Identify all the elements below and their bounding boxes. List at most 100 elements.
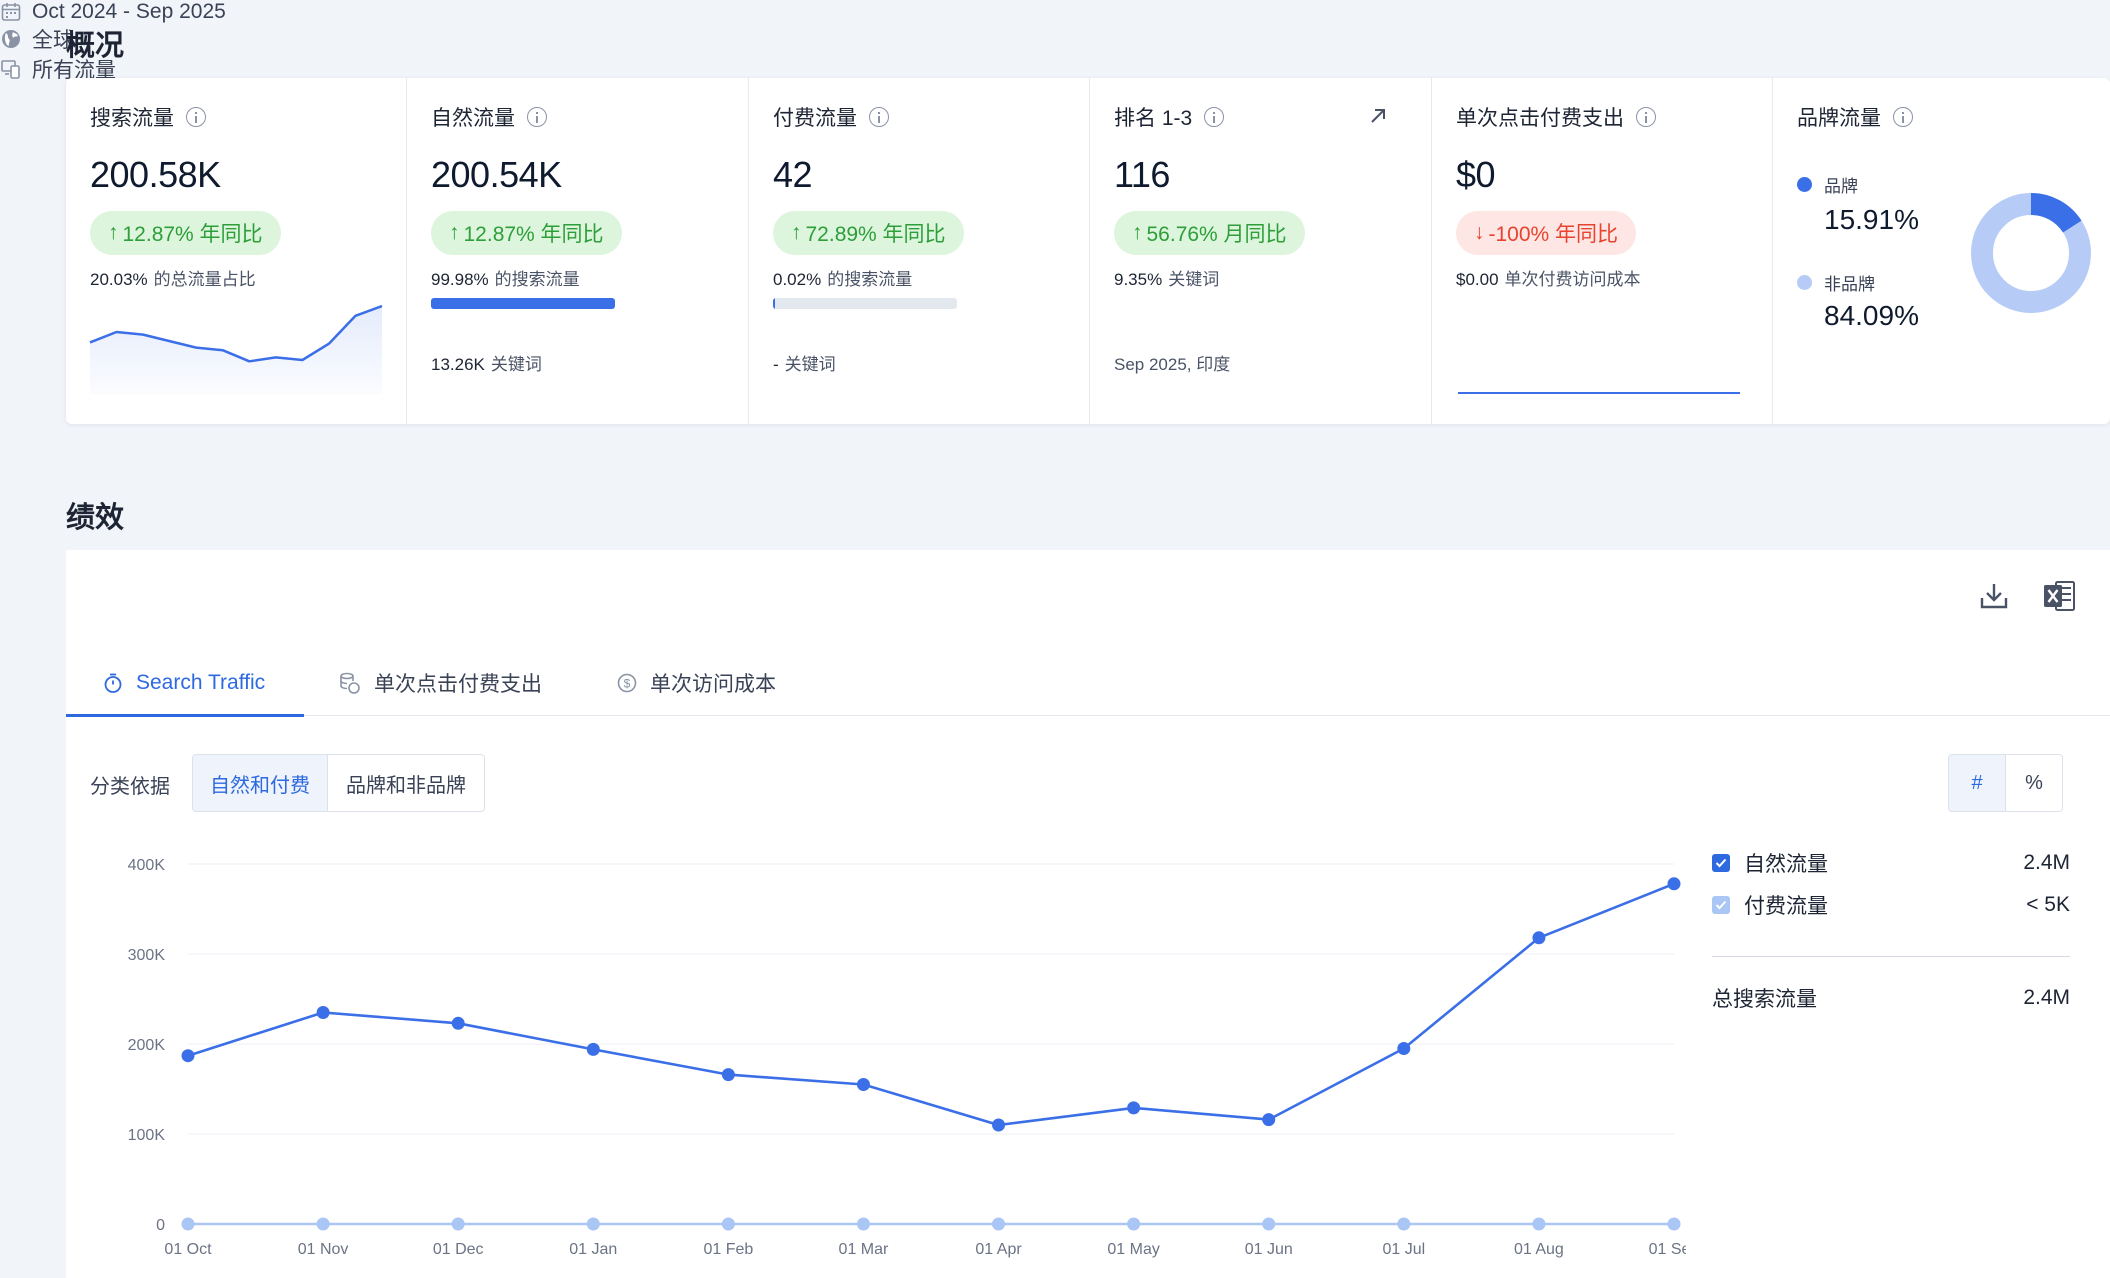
change-badge: ↑ 12.87% 年同比 (431, 211, 622, 255)
arrow-up-icon: ↑ (791, 221, 802, 244)
info-icon[interactable] (186, 107, 206, 127)
kpi-sub2-label: 关键词 (784, 355, 836, 374)
kpi-title-text: 排名 1-3 (1114, 107, 1193, 130)
tab-ppc-spend[interactable]: 单次点击付费支出 (338, 650, 542, 716)
tab-search-traffic[interactable]: Search Traffic (66, 650, 304, 717)
kpi-date-region: Sep 2025, 印度 (1114, 355, 1231, 374)
stopwatch-icon (104, 673, 122, 693)
globe-icon (2, 30, 20, 48)
kpi-rank-1-3[interactable]: 排名 1-3 116 ↑ 56.76% 月同比 9.35% 关键词 Sep 202… (1090, 78, 1432, 424)
kpi-subtext: 99.98% 的搜索流量 (431, 265, 580, 290)
kpi-sub2-value: - (773, 355, 779, 374)
x-tick-label: 01 Sep (1649, 1241, 1686, 1258)
x-tick-label: 01 Oct (164, 1241, 212, 1258)
kpi-title-text: 品牌流量 (1797, 107, 1881, 130)
dollar-circle-icon: $ (617, 673, 637, 693)
data-point-organic (1397, 1042, 1411, 1055)
data-point-paid (316, 1217, 330, 1231)
info-icon[interactable] (869, 107, 889, 127)
region-filter[interactable]: 全球 (0, 24, 2110, 54)
kpi-paid-traffic[interactable]: 付费流量 42 ↑ 72.89% 年同比 0.02% 的搜索流量 - 关键词 (749, 78, 1090, 424)
legend-label: 自然流量 (1744, 853, 1828, 876)
sparkline (89, 304, 383, 394)
data-point-organic (721, 1068, 735, 1082)
data-point-organic (1532, 931, 1546, 945)
kpi-title: 搜索流量 (90, 102, 206, 132)
kpi-sub2-label: 关键词 (490, 355, 542, 374)
kpi-sub-value: 0.02% (773, 270, 822, 289)
open-external-icon[interactable] (1368, 106, 1388, 126)
y-tick-label: 300K (128, 947, 166, 964)
kpi-title: 排名 1-3 (1114, 102, 1225, 132)
series-line-organic (187, 882, 1675, 1127)
segment-by-label: 分类依据 (90, 776, 170, 798)
kpi-brand-traffic[interactable]: 品牌流量 品牌 15.91% 非品牌 84.09% (1773, 78, 2110, 424)
download-icon[interactable] (1978, 580, 2010, 612)
calendar-icon (1, 3, 21, 21)
data-point-organic (992, 1118, 1006, 1132)
excel-icon[interactable] (2042, 578, 2078, 614)
data-point-organic (856, 1078, 870, 1091)
date-range-label: Oct 2024 - Sep 2025 (32, 0, 226, 23)
change-badge-text: 12.87% 年同比 (122, 223, 263, 246)
info-icon[interactable] (1636, 107, 1656, 127)
kpi-sub-label: 单次付费访问成本 (1504, 270, 1641, 289)
change-badge-text: 56.76% 月同比 (1146, 223, 1287, 246)
change-badge: ↑ 72.89% 年同比 (773, 211, 964, 255)
legend-organic[interactable]: 自然流量 2.4M (1712, 848, 2070, 878)
date-range-filter[interactable]: Oct 2024 - Sep 2025 (0, 0, 2110, 24)
x-tick-label: 01 Jun (1245, 1241, 1293, 1258)
brand-legend-item: 品牌 (1797, 172, 1858, 197)
info-icon[interactable] (1204, 107, 1225, 127)
x-tick-label: 01 Jan (569, 1241, 617, 1258)
tab-cost-per-visit[interactable]: $ 单次访问成本 (616, 650, 776, 716)
info-icon[interactable] (527, 107, 547, 127)
kpi-subtext: 9.35% 关键词 (1114, 265, 1219, 290)
data-point-organic (1262, 1113, 1276, 1127)
kpi-title-text: 自然流量 (431, 107, 515, 130)
kpi-value: 42 (773, 154, 813, 195)
x-tick-label: 01 Jul (1382, 1241, 1425, 1258)
x-tick-label: 01 Dec (433, 1241, 484, 1258)
data-point-organic (451, 1016, 465, 1030)
sparkline-area (90, 306, 382, 394)
share-progress-bar (431, 298, 615, 309)
kpi-sub-label: 的总流量占比 (153, 270, 256, 289)
kpi-subtext: $0.00 单次付费访问成本 (1456, 265, 1641, 290)
legend-label: 付费流量 (1744, 895, 1828, 918)
change-badge: ↓ -100% 年同比 (1456, 211, 1637, 255)
brand-label: 品牌 (1824, 177, 1858, 196)
legend-paid[interactable]: 付费流量 < 5K (1712, 890, 2070, 920)
kpi-search-traffic[interactable]: 搜索流量 200.58K ↑ 12.87% 年同比 20.03% 的总流量占比 (66, 78, 407, 424)
data-point-organic (586, 1042, 600, 1056)
progress-fill (773, 298, 776, 309)
change-badge-text: 72.89% 年同比 (805, 223, 946, 246)
x-tick-label: 01 Mar (839, 1241, 889, 1258)
tab-label: 单次点击付费支出 (374, 673, 542, 696)
checkbox-checked-icon[interactable] (1712, 854, 1730, 872)
kpi-subtext: 0.02% 的搜索流量 (773, 265, 912, 290)
brand-dot (1797, 177, 1812, 192)
checkbox-checked-icon[interactable] (1712, 896, 1730, 914)
change-badge: ↑ 56.76% 月同比 (1114, 211, 1305, 255)
kpi-organic-traffic[interactable]: 自然流量 200.54K ↑ 12.87% 年同比 99.98% 的搜索流量 13… (407, 78, 749, 424)
tab-label: Search Traffic (136, 671, 266, 694)
overview-header: 概况 Oct 2024 - Sep 2025 全球 所有流量 (0, 0, 2110, 82)
traffic-line-chart: 0 100K 200K 300K 400K 01 Oct 01 Nov 01 Dec 01 Ja… (128, 857, 1686, 1258)
tab-label: 单次访问成本 (650, 673, 776, 696)
kpi-value: $0 (1456, 154, 1496, 195)
kpi-ppc-spend[interactable]: 单次点击付费支出 $0 ↓ -100% 年同比 $0.00 单次付费访问成本 (1432, 78, 1773, 424)
unit-percent-toggle[interactable]: % (2005, 754, 2063, 812)
nonbrand-value: 84.09% (1824, 300, 1919, 331)
data-point-paid (1532, 1217, 1546, 1231)
unit-count-toggle[interactable]: # (1948, 754, 2006, 812)
x-tick-label: 01 May (1107, 1241, 1159, 1258)
kpi-title-text: 付费流量 (773, 107, 857, 130)
performance-title: 绩效 (66, 502, 125, 534)
data-point-paid (1397, 1217, 1411, 1231)
info-icon[interactable] (1893, 107, 1913, 127)
segment-brand-nonbrand[interactable]: 品牌和非品牌 (327, 754, 485, 812)
arrow-up-icon: ↑ (449, 221, 460, 244)
data-point-paid (856, 1217, 870, 1231)
segment-organic-paid[interactable]: 自然和付费 (192, 754, 328, 812)
